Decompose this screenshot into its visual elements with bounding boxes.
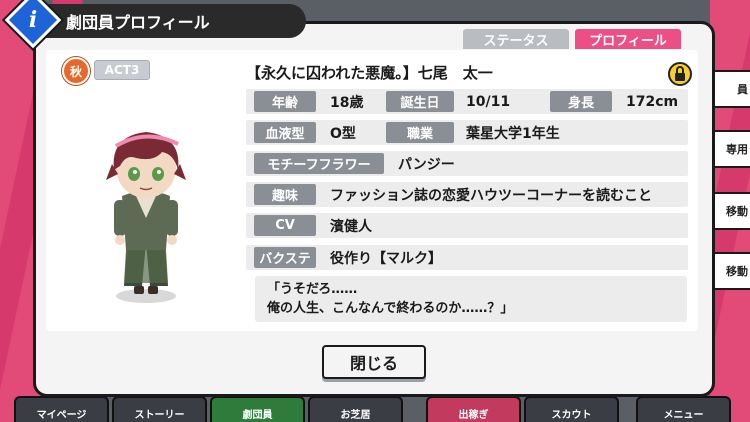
character-quote: 「うそだろ…… 俺の人生、こんなんで終わるのか……？」: [255, 276, 687, 322]
job-label: 職業: [386, 122, 454, 143]
side-tab-label: 移動: [726, 265, 748, 278]
nav-label: メニュー: [663, 410, 704, 421]
flower-label: モチーフフラワー: [254, 153, 384, 174]
hobby-label: 趣味: [254, 184, 316, 205]
nav-play[interactable]: お芝居: [308, 396, 403, 422]
side-tab-label: 専用: [726, 143, 748, 156]
blood-value: O型: [330, 125, 356, 142]
character-name: 【永久に囚われた悪魔。】七尾 太一: [246, 64, 493, 82]
nav-label: 出稼ぎ: [458, 410, 489, 421]
profile-row-blood: 血液型 O型 職業 葉星大学1年生: [246, 120, 688, 145]
flower-value: パンジー: [398, 156, 455, 173]
side-tab-label: 員: [737, 83, 748, 96]
nav-label: 劇団員: [242, 410, 273, 421]
side-tab-label: 移動: [726, 205, 748, 218]
height-value: 172cm: [626, 93, 679, 110]
nav-label: マイページ: [36, 410, 87, 421]
profile-row-flower: モチーフフラワー パンジー: [246, 151, 688, 176]
nav-troupe[interactable]: 劇団員: [210, 396, 305, 422]
profile-row-basic: 年齢 18歳 誕生日 10/11 身長 172cm: [246, 89, 688, 114]
birthday-value: 10/11: [466, 93, 511, 110]
job-value: 葉星大学1年生: [466, 125, 560, 142]
hobby-value: ファッション誌の恋愛ハウツーコーナーを読むこと: [330, 187, 652, 204]
backstage-value: 役作り【マルク】: [330, 250, 442, 267]
nav-scout[interactable]: スカウト: [524, 396, 619, 422]
height-label: 身長: [550, 91, 612, 112]
cv-value: 濱健人: [330, 218, 372, 235]
quote-line-1: 「うそだろ……: [267, 282, 358, 297]
blood-label: 血液型: [254, 122, 316, 143]
nav-work[interactable]: 出稼ぎ: [426, 396, 521, 422]
backstage-label: バクステ: [254, 247, 316, 268]
tab-profile[interactable]: プロフィール: [575, 29, 681, 49]
nav-menu[interactable]: メニュー: [636, 396, 731, 422]
nav-mypage[interactable]: マイページ: [14, 396, 109, 422]
nav-label: ストーリー: [134, 410, 185, 421]
season-badge: 秋: [62, 57, 90, 85]
info-glyph: i: [28, 7, 38, 33]
age-value: 18歳: [330, 94, 364, 111]
birthday-label: 誕生日: [386, 91, 454, 112]
dialog-title-text: 劇団員プロフィール: [66, 13, 210, 32]
nav-story[interactable]: ストーリー: [112, 396, 207, 422]
quote-line-2: 俺の人生、こんなんで終わるのか……？」: [267, 301, 514, 316]
cv-label: CV: [254, 215, 316, 236]
close-button[interactable]: 閉じる: [322, 345, 426, 379]
lock-icon[interactable]: [668, 62, 692, 86]
character-portrait: [96, 118, 196, 308]
tab-label: プロフィール: [589, 33, 667, 49]
profile-row-cv: CV 濱健人: [246, 213, 688, 238]
dialog-title: 劇団員プロフィール: [20, 4, 306, 38]
profile-row-backstage: バクステ 役作り【マルク】: [246, 245, 688, 270]
profile-row-hobby: 趣味 ファッション誌の恋愛ハウツーコーナーを読むこと: [246, 182, 688, 207]
age-label: 年齢: [254, 91, 316, 112]
act-badge: ACT3: [94, 60, 150, 80]
nav-label: スカウト: [551, 410, 592, 421]
close-button-label: 閉じる: [349, 354, 398, 373]
tab-status[interactable]: ステータス: [463, 29, 569, 49]
tab-label: ステータス: [483, 33, 549, 49]
nav-label: お芝居: [340, 410, 371, 421]
